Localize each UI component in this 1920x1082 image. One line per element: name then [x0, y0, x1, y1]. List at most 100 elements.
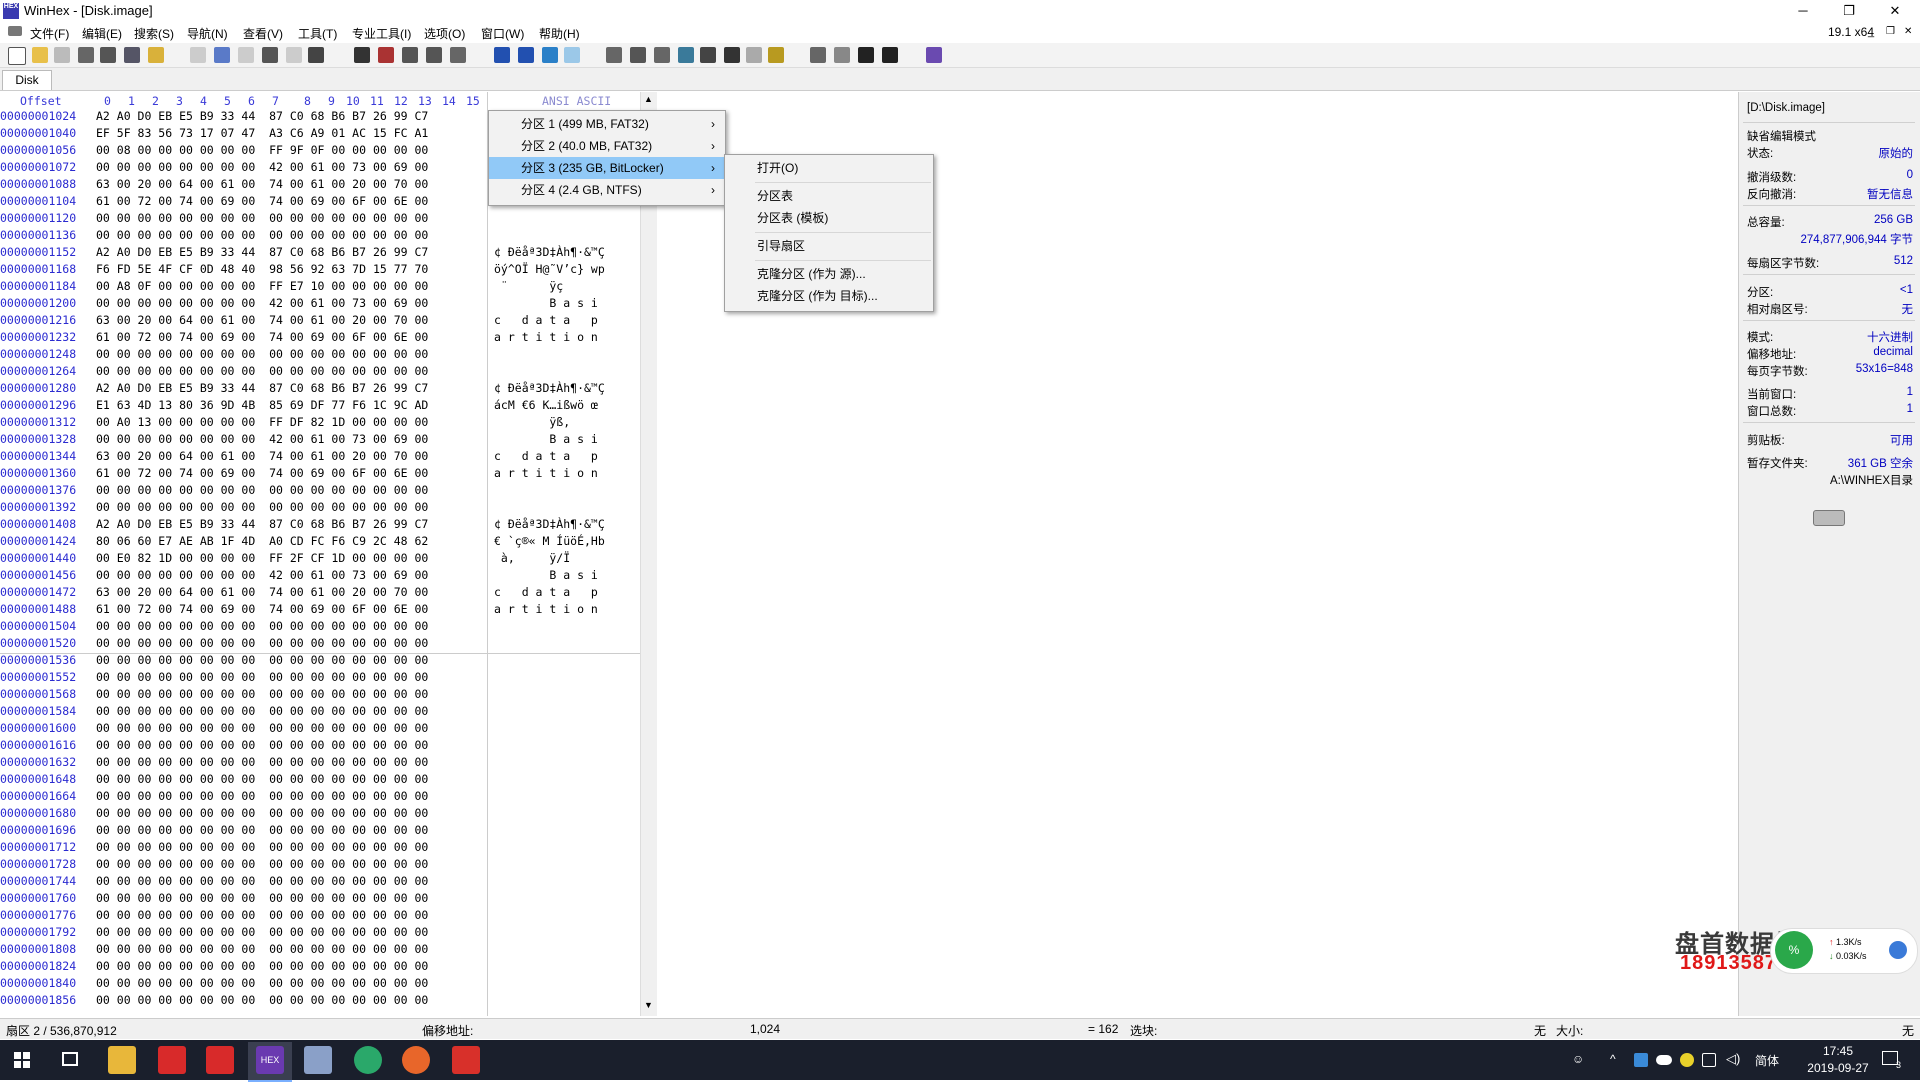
clock-date[interactable]: 2019-09-27 [1796, 1061, 1880, 1075]
hex-row[interactable]: 00000001072 00 00 00 00 00 00 00 00 42 00… [0, 159, 428, 176]
menu-open[interactable]: 打开(O) [725, 157, 933, 179]
hex-row[interactable]: 00000001168 F6 FD 5E 4F CF 0D 48 40 98 56… [0, 261, 605, 278]
volume-icon[interactable]: ◁) [1726, 1051, 1740, 1067]
find-text-icon[interactable] [354, 47, 370, 63]
open-disk-icon[interactable] [78, 47, 94, 63]
user-icon[interactable] [746, 47, 762, 63]
hex-row[interactable]: 00000001520 00 00 00 00 00 00 00 00 00 00… [0, 635, 428, 652]
row-hex-bytes[interactable]: 61 00 72 00 74 00 69 00 74 00 69 00 6F 0… [96, 193, 428, 210]
hex-row[interactable]: 00000001760 00 00 00 00 00 00 00 00 00 00… [0, 890, 428, 907]
ram-editor-icon[interactable] [630, 47, 646, 63]
menu-options[interactable]: 选项(O) [424, 25, 465, 42]
windows-start-icon[interactable] [14, 1052, 30, 1068]
row-hex-bytes[interactable]: A2 A0 D0 EB E5 B9 33 44 87 C0 68 B6 B7 2… [96, 244, 428, 261]
hex-row[interactable]: 00000001376 00 00 00 00 00 00 00 00 00 00… [0, 482, 428, 499]
mdi-minimize-button[interactable]: _ [1868, 26, 1874, 38]
row-hex-bytes[interactable]: A2 A0 D0 EB E5 B9 33 44 87 C0 68 B6 B7 2… [96, 516, 428, 533]
row-hex-bytes[interactable]: 00 00 00 00 00 00 00 00 00 00 00 00 00 0… [96, 499, 428, 516]
menu-partition-3[interactable]: 分区 3 (235 GB, BitLocker) › [489, 157, 725, 179]
scroll-up-icon[interactable]: ▲ [644, 94, 653, 104]
row-hex-bytes[interactable]: 00 00 00 00 00 00 00 00 42 00 61 00 73 0… [96, 159, 428, 176]
cut-icon[interactable] [238, 47, 254, 63]
menu-partition-4[interactable]: 分区 4 (2.4 GB, NTFS) › [489, 179, 725, 201]
acrobat-pro-icon[interactable] [206, 1046, 234, 1074]
restore-button[interactable]: ❐ [1826, 0, 1872, 22]
row-hex-bytes[interactable]: 61 00 72 00 74 00 69 00 74 00 69 00 6F 0… [96, 601, 428, 618]
mdi-restore-button[interactable]: ❐ [1886, 26, 1895, 37]
replace-text-icon[interactable] [402, 47, 418, 63]
hex-row[interactable]: 00000001344 63 00 20 00 64 00 61 00 74 00… [0, 448, 598, 465]
hex-row[interactable]: 00000001744 00 00 00 00 00 00 00 00 00 00… [0, 873, 428, 890]
row-ascii[interactable]: ¢ ĐëåªЗD‡Àh¶·&™Ç [494, 516, 605, 533]
menu-boot-sector[interactable]: 引导扇区 [725, 235, 933, 257]
row-hex-bytes[interactable]: EF 5F 83 56 73 17 07 47 A3 C6 A9 01 AC 1… [96, 125, 428, 142]
row-hex-bytes[interactable]: 00 00 00 00 00 00 00 00 42 00 61 00 73 0… [96, 567, 428, 584]
hex-row[interactable]: 00000001440 00 E0 82 1D 00 00 00 00 FF 2F… [0, 550, 570, 567]
row-hex-bytes[interactable]: 00 00 00 00 00 00 00 00 00 00 00 00 00 0… [96, 227, 428, 244]
row-ascii[interactable]: c d a t a p [494, 448, 598, 465]
row-hex-bytes[interactable]: 00 08 00 00 00 00 00 00 FF 9F 0F 00 00 0… [96, 142, 428, 159]
next-marker-icon[interactable] [882, 47, 898, 63]
hex-row[interactable]: 00000001024 A2 A0 D0 EB E5 B9 33 44 87 C0… [0, 108, 428, 125]
write-zero-icon[interactable] [308, 47, 324, 63]
hex-row[interactable]: 00000001696 00 00 00 00 00 00 00 00 00 00… [0, 822, 428, 839]
hex-row[interactable]: 00000001664 00 00 00 00 00 00 00 00 00 00… [0, 788, 428, 805]
hex-row[interactable]: 00000001120 00 00 00 00 00 00 00 00 00 00… [0, 210, 428, 227]
hash-icon[interactable] [724, 47, 740, 63]
row-ascii[interactable]: ÿß‚ [494, 414, 570, 431]
tray-app-icon[interactable] [1680, 1053, 1694, 1067]
ime-indicator[interactable]: 简体 [1755, 1052, 1779, 1069]
hex-row[interactable]: 00000001184 00 A8 0F 00 00 00 00 00 FF E7… [0, 278, 563, 295]
row-hex-bytes[interactable]: 00 00 00 00 00 00 00 00 00 00 00 00 00 0… [96, 737, 428, 754]
hard-disk-icon[interactable] [654, 47, 670, 63]
firefox-icon[interactable] [402, 1046, 430, 1074]
clock-time[interactable]: 17:45 [1808, 1044, 1868, 1058]
row-hex-bytes[interactable]: 00 00 00 00 00 00 00 00 00 00 00 00 00 0… [96, 703, 428, 720]
print-icon[interactable] [100, 47, 116, 63]
hex-row[interactable]: 00000001280 A2 A0 D0 EB E5 B9 33 44 87 C0… [0, 380, 605, 397]
row-hex-bytes[interactable]: 63 00 20 00 64 00 61 00 74 00 61 00 20 0… [96, 312, 428, 329]
row-hex-bytes[interactable]: 00 00 00 00 00 00 00 00 00 00 00 00 00 0… [96, 346, 428, 363]
row-hex-bytes[interactable]: 61 00 72 00 74 00 69 00 74 00 69 00 6F 0… [96, 465, 428, 482]
row-hex-bytes[interactable]: F6 FD 5E 4F CF 0D 48 40 98 56 92 63 7D 1… [96, 261, 428, 278]
acrobat-icon[interactable] [158, 1046, 186, 1074]
hex-row[interactable]: 00000001712 00 00 00 00 00 00 00 00 00 00… [0, 839, 428, 856]
row-hex-bytes[interactable]: 61 00 72 00 74 00 69 00 74 00 69 00 6F 0… [96, 329, 428, 346]
book-icon[interactable] [926, 47, 942, 63]
hex-row[interactable]: 00000001264 00 00 00 00 00 00 00 00 00 00… [0, 363, 428, 380]
row-hex-bytes[interactable]: 00 00 00 00 00 00 00 00 00 00 00 00 00 0… [96, 822, 428, 839]
hex-row[interactable]: 00000001488 61 00 72 00 74 00 69 00 74 00… [0, 601, 598, 618]
hex-row[interactable]: 00000001568 00 00 00 00 00 00 00 00 00 00… [0, 686, 428, 703]
hex-row[interactable]: 00000001552 00 00 00 00 00 00 00 00 00 00… [0, 669, 428, 686]
row-hex-bytes[interactable]: 00 00 00 00 00 00 00 00 00 00 00 00 00 0… [96, 856, 428, 873]
prev-marker-icon[interactable] [858, 47, 874, 63]
hex-row[interactable]: 00000001056 00 08 00 00 00 00 00 00 FF 9F… [0, 142, 428, 159]
row-ascii[interactable]: ¢ ĐëåªЗD‡Àh¶·&™Ç [494, 244, 605, 261]
menu-view[interactable]: 查看(V) [243, 25, 283, 42]
hex-row[interactable]: 00000001088 63 00 20 00 64 00 61 00 74 00… [0, 176, 428, 193]
row-hex-bytes[interactable]: 00 00 00 00 00 00 00 00 00 00 00 00 00 0… [96, 635, 428, 652]
row-ascii[interactable]: a r t i t i o n [494, 329, 598, 346]
row-ascii[interactable]: ¢ ĐëåªЗD‡Àh¶·&™Ç [494, 380, 605, 397]
scroll-down-icon[interactable]: ▼ [644, 1000, 653, 1010]
row-ascii[interactable]: a r t i t i o n [494, 465, 598, 482]
compare-icon[interactable] [810, 47, 826, 63]
hex-row[interactable]: 00000001296 E1 63 4D 13 80 36 9D 4B 85 69… [0, 397, 598, 414]
hex-row[interactable]: 00000001408 A2 A0 D0 EB E5 B9 33 44 87 C0… [0, 516, 605, 533]
hex-row[interactable]: 00000001680 00 00 00 00 00 00 00 00 00 00… [0, 805, 428, 822]
hex-row[interactable]: 00000001328 00 00 00 00 00 00 00 00 42 00… [0, 431, 598, 448]
row-hex-bytes[interactable]: 00 00 00 00 00 00 00 00 00 00 00 00 00 0… [96, 771, 428, 788]
row-ascii[interactable]: ¨ ÿç [494, 278, 563, 295]
hex-row[interactable]: 00000001232 61 00 72 00 74 00 69 00 74 00… [0, 329, 598, 346]
calculator-icon[interactable] [678, 47, 694, 63]
winhex-task-icon[interactable]: HEX [256, 1046, 284, 1074]
row-hex-bytes[interactable]: 00 00 00 00 00 00 00 00 00 00 00 00 00 0… [96, 907, 428, 924]
row-ascii[interactable]: € `ç®« M ÍüöÉ,Hb [494, 533, 605, 550]
menu-edit[interactable]: 编辑(E) [82, 25, 122, 42]
hex-row[interactable]: 00000001584 00 00 00 00 00 00 00 00 00 00… [0, 703, 428, 720]
menu-help[interactable]: 帮助(H) [539, 25, 580, 42]
row-hex-bytes[interactable]: 80 06 60 E7 AE AB 1F 4D A0 CD FC F6 C9 2… [96, 533, 428, 550]
hex-row[interactable]: 00000001824 00 00 00 00 00 00 00 00 00 00… [0, 958, 428, 975]
menu-partition-table[interactable]: 分区表 [725, 185, 933, 207]
hex-row[interactable]: 00000001792 00 00 00 00 00 00 00 00 00 00… [0, 924, 428, 941]
